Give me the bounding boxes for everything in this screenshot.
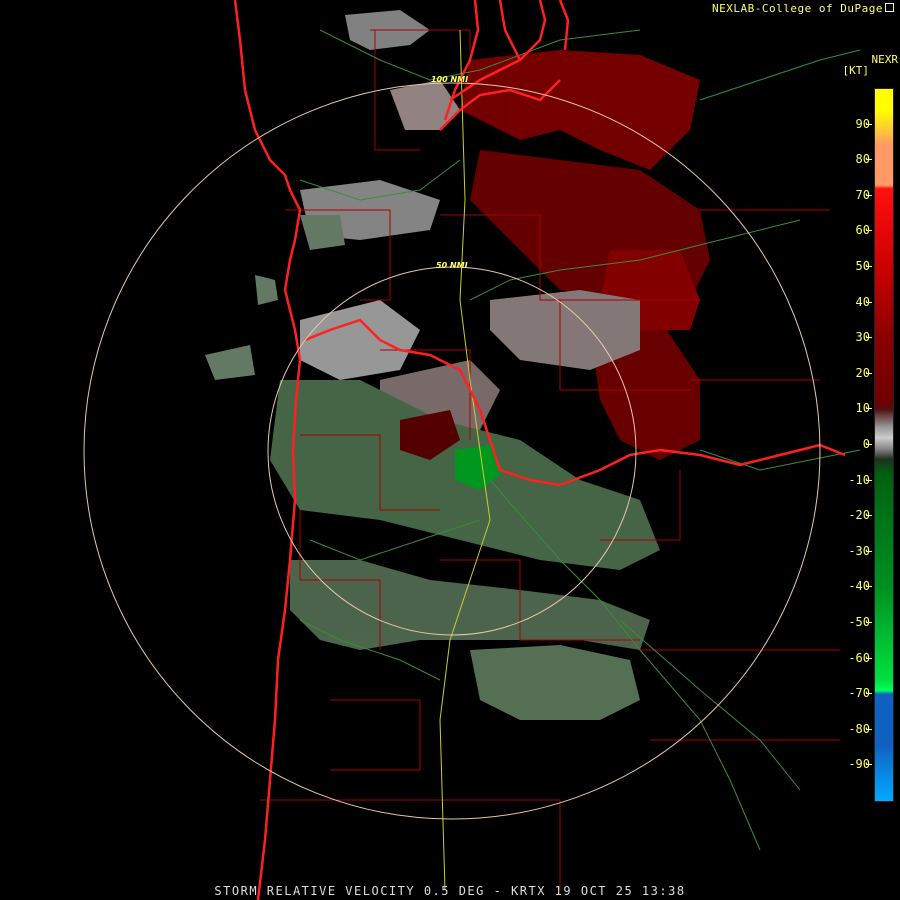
echo-inbound-south	[290, 560, 650, 650]
colorbar-tick-mark	[866, 622, 872, 623]
colorbar-tick-mark	[866, 408, 872, 410]
external-link-icon	[885, 3, 894, 12]
credit-label[interactable]: NEXLAB-College of DuPage	[712, 2, 894, 15]
velocity-colorbar	[874, 88, 894, 802]
echo-inbound-far-south	[470, 645, 640, 720]
colorbar-tick-mark	[866, 693, 872, 695]
colorbar-tick-mark	[866, 301, 872, 303]
range-ring-label-100: 100 NMI	[431, 75, 468, 84]
colorbar-tick-mark	[866, 586, 872, 588]
product-label: NEXR	[871, 53, 899, 66]
echo-coast-2	[205, 345, 255, 380]
colorbar-tick-mark	[866, 444, 872, 445]
colorbar-tick-mark	[866, 372, 872, 374]
colorbar-tick-mark	[866, 230, 872, 232]
colorbar-tick-mark	[866, 159, 872, 161]
velocity-echoes	[205, 10, 710, 720]
colorbar-tick-mark	[866, 479, 872, 481]
product-footer: STORM RELATIVE VELOCITY 0.5 DEG - KRTX 1…	[214, 884, 686, 898]
credit-text: NEXLAB-College of DuPage	[712, 2, 883, 15]
colorbar-tick-mark	[866, 657, 872, 659]
colorbar-tick-mark	[866, 337, 872, 339]
colorbar-tick-mark	[866, 123, 872, 125]
echo-coast-3	[255, 275, 278, 305]
colorbar-tick-mark	[866, 764, 872, 766]
echo-coast-1	[300, 215, 345, 250]
colorbar-tick-mark	[866, 515, 872, 517]
echo-near-zero-3	[300, 300, 420, 380]
colorbar-tick-mark	[866, 266, 872, 267]
radar-map: 50 NMI 100 NMI	[83, 0, 861, 900]
echo-near-zero-4	[490, 290, 640, 370]
colorbar-tick-mark	[866, 550, 872, 552]
colorbar-tick-mark	[866, 728, 872, 730]
radar-display: 50 NMI 100 NMI NEXLAB-College of DuPage …	[0, 0, 900, 900]
colorbar-tick-mark	[866, 194, 872, 196]
range-ring-label-50: 50 NMI	[436, 261, 468, 270]
units-label: [KT]	[842, 64, 870, 77]
